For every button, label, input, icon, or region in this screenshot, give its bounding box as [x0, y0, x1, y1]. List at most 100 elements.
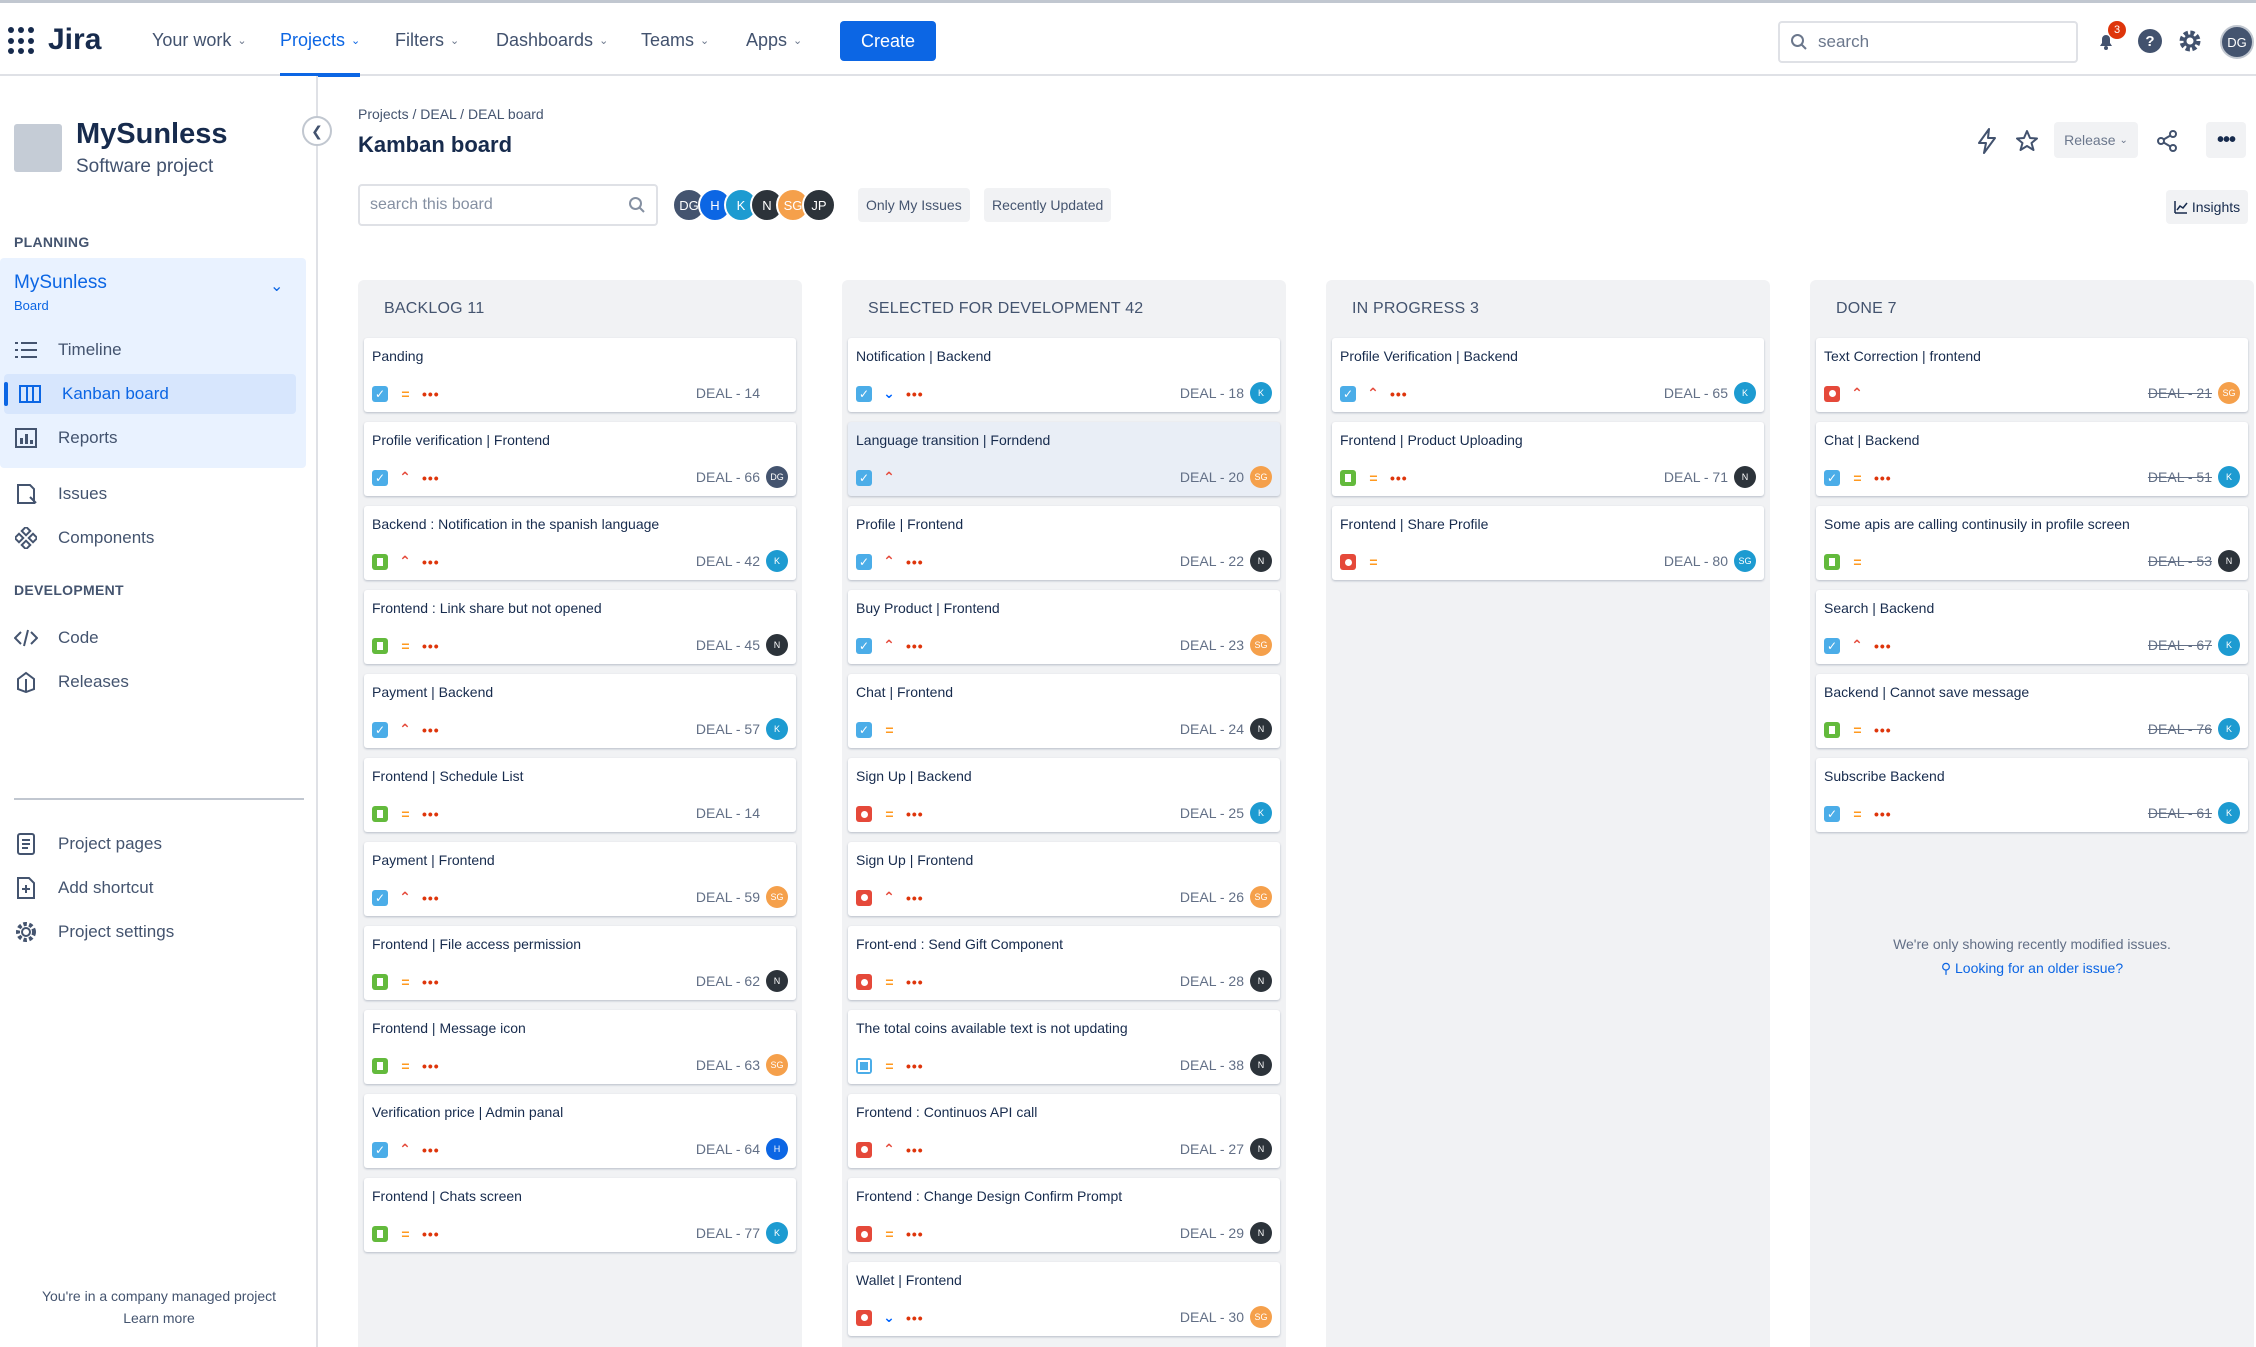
assignee-avatar[interactable]: K: [2218, 634, 2240, 656]
breadcrumb[interactable]: Projects / DEAL / DEAL board: [358, 106, 544, 122]
nav-dashboards[interactable]: Dashboards ⌄: [496, 30, 608, 51]
more-dots-icon[interactable]: •••: [906, 806, 924, 822]
only-my-issues-filter[interactable]: Only My Issues: [858, 188, 970, 222]
sidebar-item-project-pages[interactable]: Project pages: [0, 824, 296, 864]
issue-card[interactable]: Frontend | Schedule List = ••• DEAL - 14: [364, 758, 796, 832]
issue-card[interactable]: Frontend | Chats screen = ••• DEAL - 77 K: [364, 1178, 796, 1252]
sidebar-item-code[interactable]: Code: [0, 618, 296, 658]
issue-key[interactable]: DEAL - 14: [696, 805, 760, 821]
sidebar-item-add-shortcut[interactable]: Add shortcut: [0, 868, 296, 908]
more-dots-icon[interactable]: •••: [422, 806, 440, 822]
issue-card[interactable]: The total coins available text is not up…: [848, 1010, 1280, 1084]
automation-button[interactable]: [1970, 124, 2004, 158]
more-dots-icon[interactable]: •••: [1874, 638, 1892, 654]
assignee-avatar[interactable]: SG: [766, 886, 788, 908]
issue-key[interactable]: DEAL - 57: [696, 721, 760, 737]
assignee-avatar[interactable]: N: [1250, 718, 1272, 740]
assignee-avatar[interactable]: K: [2218, 802, 2240, 824]
collapse-sidebar-button[interactable]: ❮: [302, 116, 332, 146]
issue-key[interactable]: DEAL - 25: [1180, 805, 1244, 821]
issue-card[interactable]: Sign Up | Backend = ••• DEAL - 25 K: [848, 758, 1280, 832]
more-dots-icon[interactable]: •••: [422, 974, 440, 990]
issue-card[interactable]: Frontend : Link share but not opened = •••…: [364, 590, 796, 664]
issue-key[interactable]: DEAL - 65: [1664, 385, 1728, 401]
more-dots-icon[interactable]: •••: [422, 386, 440, 402]
more-dots-icon[interactable]: •••: [422, 638, 440, 654]
assignee-avatar[interactable]: SG: [1734, 550, 1756, 572]
assignee-avatar[interactable]: N: [1250, 1054, 1272, 1076]
issue-key[interactable]: DEAL - 42: [696, 553, 760, 569]
board-search-input[interactable]: search this board: [358, 184, 658, 226]
star-button[interactable]: [2010, 124, 2044, 158]
more-dots-icon[interactable]: •••: [1390, 470, 1408, 486]
sidebar-item-releases[interactable]: Releases: [0, 662, 296, 702]
recently-updated-filter[interactable]: Recently Updated: [984, 188, 1112, 222]
more-dots-icon[interactable]: •••: [422, 1142, 440, 1158]
more-dots-icon[interactable]: •••: [906, 1142, 924, 1158]
issue-card[interactable]: Notification | Backend ⌄ ••• DEAL - 18 K: [848, 338, 1280, 412]
nav-your-work[interactable]: Your work ⌄: [152, 30, 247, 51]
more-dots-icon[interactable]: •••: [906, 1226, 924, 1242]
issue-card[interactable]: Backend | Cannot save message = ••• DEAL - …: [1816, 674, 2248, 748]
issue-key[interactable]: DEAL - 80: [1664, 553, 1728, 569]
assignee-avatar[interactable]: SG: [1250, 886, 1272, 908]
issue-card[interactable]: Payment | Backend ⌃ ••• DEAL - 57 K: [364, 674, 796, 748]
issue-card[interactable]: Frontend : Change Design Confirm Prompt =…: [848, 1178, 1280, 1252]
insights-button[interactable]: Insights: [2166, 190, 2248, 224]
issue-key[interactable]: DEAL - 27: [1180, 1141, 1244, 1157]
more-dots-icon[interactable]: •••: [422, 470, 440, 486]
issue-key[interactable]: DEAL - 18: [1180, 385, 1244, 401]
more-dots-icon[interactable]: •••: [1874, 806, 1892, 822]
issue-card[interactable]: Frontend : Continuos API call ⌃ ••• DEAL - …: [848, 1094, 1280, 1168]
sidebar-item-issues[interactable]: Issues: [0, 474, 296, 514]
chevron-down-icon[interactable]: ⌄: [270, 276, 283, 296]
global-search-input[interactable]: search: [1778, 21, 2078, 63]
more-dots-icon[interactable]: •••: [422, 1058, 440, 1074]
issue-card[interactable]: Subscribe Backend = ••• DEAL - 61 K: [1816, 758, 2248, 832]
sidebar-item-kanban-board[interactable]: Kanban board: [4, 374, 296, 414]
assignee-avatar[interactable]: N: [1250, 550, 1272, 572]
issue-card[interactable]: Frontend | Product Uploading = ••• DEAL - 7…: [1332, 422, 1764, 496]
assignee-avatar[interactable]: K: [766, 718, 788, 740]
issue-key[interactable]: DEAL - 20: [1180, 469, 1244, 485]
issue-key[interactable]: DEAL - 30: [1180, 1309, 1244, 1325]
issue-key[interactable]: DEAL - 22: [1180, 553, 1244, 569]
issue-card[interactable]: Profile | Frontend ⌃ ••• DEAL - 22 N: [848, 506, 1280, 580]
issue-key[interactable]: DEAL - 21: [2148, 385, 2212, 401]
assignee-avatar[interactable]: K: [1250, 802, 1272, 824]
issue-card[interactable]: Search | Backend ⌃ ••• DEAL - 67 K: [1816, 590, 2248, 664]
issue-card[interactable]: Chat | Backend = ••• DEAL - 51 K: [1816, 422, 2248, 496]
assignee-avatar[interactable]: K: [2218, 718, 2240, 740]
assignee-avatar[interactable]: N: [1250, 1138, 1272, 1160]
issue-card[interactable]: Text Correction | frontend ⌃ DEAL - 21 SG: [1816, 338, 2248, 412]
issue-key[interactable]: DEAL - 67: [2148, 637, 2212, 653]
issue-card[interactable]: Wallet | Frontend ⌄ ••• DEAL - 30 SG: [848, 1262, 1280, 1336]
issue-card[interactable]: Backend : Notification in the spanish la…: [364, 506, 796, 580]
issue-key[interactable]: DEAL - 14: [696, 385, 760, 401]
assignee-avatar[interactable]: SG: [1250, 634, 1272, 656]
nav-filters[interactable]: Filters ⌄: [395, 30, 459, 51]
issue-card[interactable]: Panding = ••• DEAL - 14: [364, 338, 796, 412]
share-button[interactable]: [2150, 124, 2184, 158]
sidebar-item-components[interactable]: Components: [0, 518, 296, 558]
assignee-avatar[interactable]: K: [766, 1222, 788, 1244]
issue-card[interactable]: Chat | Frontend = DEAL - 24 N: [848, 674, 1280, 748]
more-dots-icon[interactable]: •••: [422, 890, 440, 906]
issue-key[interactable]: DEAL - 66: [696, 469, 760, 485]
issue-card[interactable]: Frontend | File access permission = ••• DEA…: [364, 926, 796, 1000]
release-button[interactable]: Release ⌄: [2054, 122, 2138, 158]
issue-key[interactable]: DEAL - 77: [696, 1225, 760, 1241]
issue-key[interactable]: DEAL - 26: [1180, 889, 1244, 905]
more-dots-icon[interactable]: •••: [1390, 386, 1408, 402]
issue-key[interactable]: DEAL - 71: [1664, 469, 1728, 485]
nav-projects[interactable]: Projects ⌄: [280, 30, 360, 51]
assignee-avatar[interactable]: K: [1250, 382, 1272, 404]
issue-key[interactable]: DEAL - 24: [1180, 721, 1244, 737]
more-dots-icon[interactable]: •••: [422, 554, 440, 570]
issue-card[interactable]: Language transition | Forndend ⌃ DEAL - 20…: [848, 422, 1280, 496]
issue-key[interactable]: DEAL - 53: [2148, 553, 2212, 569]
more-dots-icon[interactable]: •••: [1874, 722, 1892, 738]
nav-teams[interactable]: Teams ⌄: [641, 30, 709, 51]
settings-button[interactable]: [2174, 25, 2206, 57]
issue-key[interactable]: DEAL - 45: [696, 637, 760, 653]
